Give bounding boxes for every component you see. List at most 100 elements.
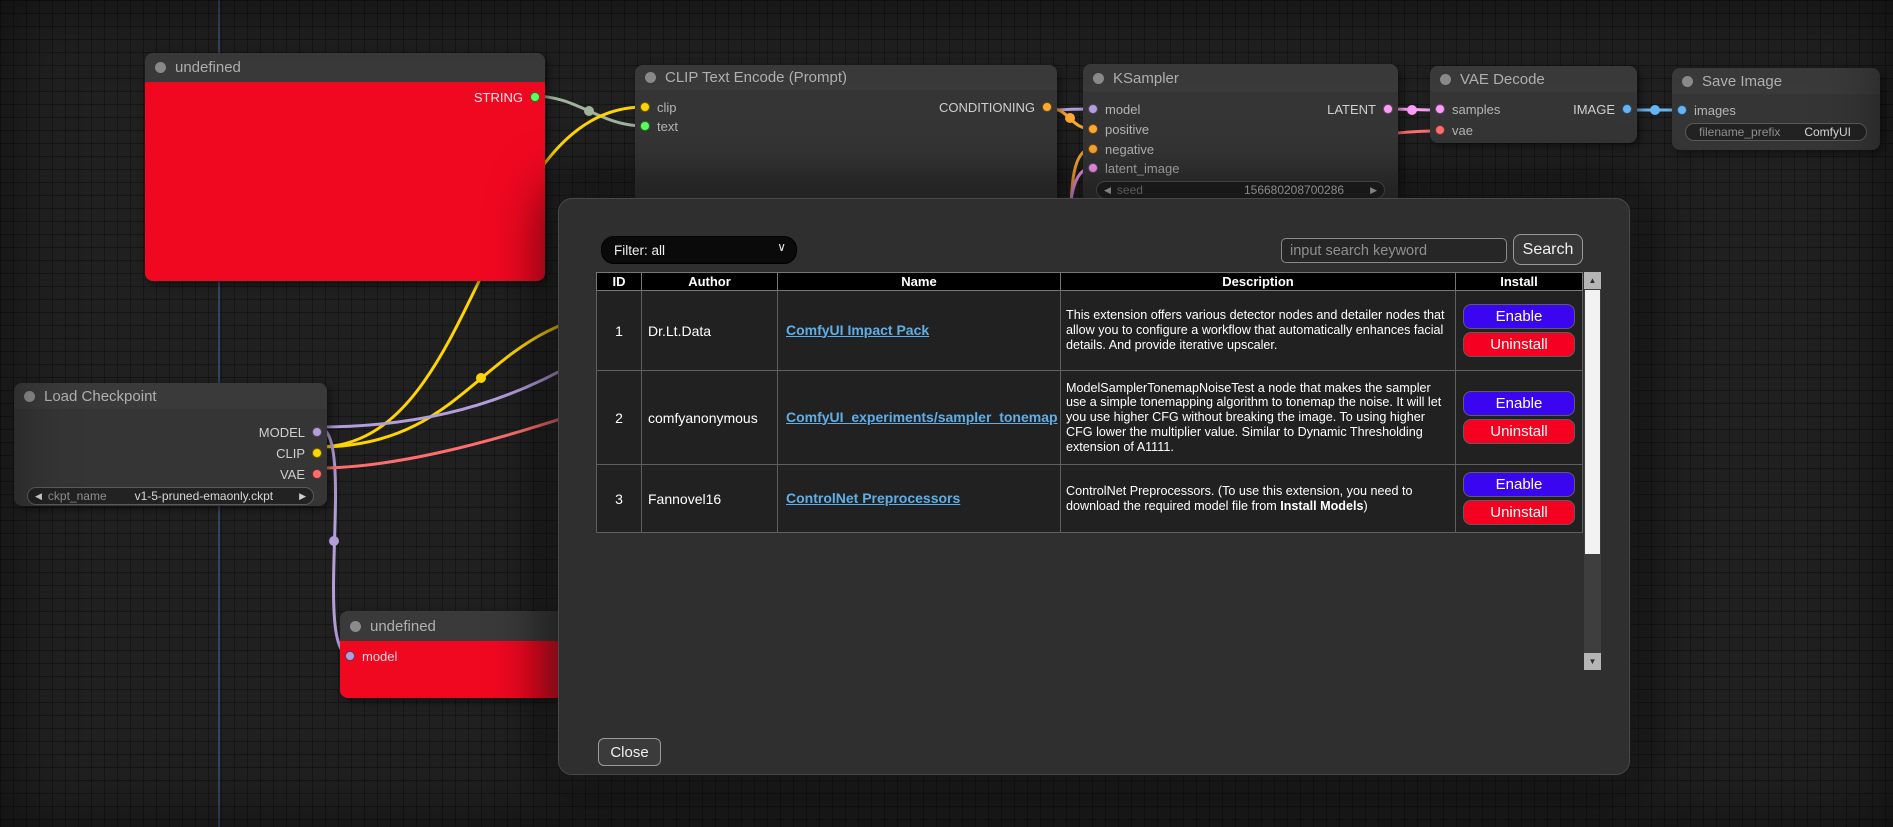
node-title: KSampler: [1113, 70, 1179, 87]
uninstall-button[interactable]: Uninstall: [1463, 419, 1575, 444]
extension-manager-dialog: Filter: all ∨ Search ID Author Name Desc…: [558, 198, 1630, 775]
node-collapse-dot-icon[interactable]: [645, 72, 656, 83]
node-title: CLIP Text Encode (Prompt): [665, 69, 847, 86]
output-slot-image[interactable]: IMAGE: [1573, 99, 1632, 119]
search-button[interactable]: Search: [1513, 234, 1583, 265]
decrement-arrow-icon[interactable]: ◀: [1104, 186, 1111, 195]
table-row: 3 Fannovel16 ControlNet Preprocessors Co…: [597, 465, 1583, 533]
cell-author: comfyanonymous: [642, 371, 778, 465]
slot-dot-images[interactable]: [1677, 105, 1687, 115]
node-title: VAE Decode: [1460, 71, 1545, 88]
output-slot-model[interactable]: MODEL: [259, 422, 322, 442]
node-title: Save Image: [1702, 73, 1782, 90]
slot-dot-vae[interactable]: [1435, 125, 1445, 135]
filename-prefix-widget[interactable]: filename_prefix ComfyUI: [1685, 123, 1867, 141]
enable-button[interactable]: Enable: [1463, 304, 1575, 329]
slot-dot-negative[interactable]: [1088, 144, 1098, 154]
col-header-name: Name: [778, 273, 1061, 291]
wire-dot-conditioning: [1065, 113, 1075, 123]
slot-dot-model[interactable]: [312, 427, 322, 437]
widget-value: v1-5-pruned-emaonly.ckpt: [135, 489, 274, 503]
input-slot-images[interactable]: images: [1677, 100, 1736, 120]
uninstall-button[interactable]: Uninstall: [1463, 500, 1575, 525]
scroll-up-icon[interactable]: ▲: [1584, 272, 1601, 289]
ckpt-name-widget[interactable]: ◀ ckpt_name v1-5-pruned-emaonly.ckpt ▶: [27, 487, 314, 505]
node-collapse-dot-icon[interactable]: [24, 391, 35, 402]
input-slot-latent-image[interactable]: latent_image: [1088, 158, 1179, 178]
slot-dot-clip[interactable]: [312, 448, 322, 458]
slot-dot-conditioning[interactable]: [1042, 102, 1052, 112]
wire-dot-clip: [476, 373, 486, 383]
slot-dot-string[interactable]: [530, 92, 540, 102]
input-slot-positive[interactable]: positive: [1088, 119, 1149, 139]
next-arrow-icon[interactable]: ▶: [299, 492, 306, 501]
node-collapse-dot-icon[interactable]: [1093, 73, 1104, 84]
cell-install: Enable Uninstall: [1456, 291, 1583, 371]
output-slot-latent[interactable]: LATENT: [1327, 99, 1393, 119]
description-text: ModelSamplerTonemapNoiseTest a node that…: [1066, 381, 1441, 454]
enable-button[interactable]: Enable: [1463, 391, 1575, 416]
slot-label: STRING: [474, 90, 523, 105]
node-load-checkpoint[interactable]: Load Checkpoint MODEL CLIP VAE ◀ ckpt_na…: [14, 383, 327, 506]
input-slot-samples[interactable]: samples: [1435, 99, 1500, 119]
slot-dot-latent-image[interactable]: [1088, 163, 1098, 173]
slot-dot-text[interactable]: [640, 121, 650, 131]
slot-label: model: [362, 649, 397, 664]
node-header[interactable]: undefined: [145, 53, 545, 82]
output-slot-vae[interactable]: VAE: [280, 464, 322, 484]
filter-select[interactable]: Filter: all: [601, 236, 797, 264]
cell-description: ControlNet Preprocessors. (To use this e…: [1061, 465, 1456, 533]
slot-dot-model[interactable]: [1088, 104, 1098, 114]
enable-button[interactable]: Enable: [1463, 472, 1575, 497]
node-collapse-dot-icon[interactable]: [1682, 76, 1693, 87]
node-collapse-dot-icon[interactable]: [350, 621, 361, 632]
table-scrollbar[interactable]: ▲ ▼: [1584, 272, 1601, 670]
slot-label: VAE: [280, 467, 305, 482]
slot-label: images: [1694, 103, 1736, 118]
slot-dot-vae[interactable]: [312, 469, 322, 479]
extension-table: ID Author Name Description Install 1 Dr.…: [596, 272, 1583, 533]
slot-dot-positive[interactable]: [1088, 124, 1098, 134]
search-input[interactable]: [1281, 238, 1507, 263]
scroll-down-icon[interactable]: ▼: [1584, 653, 1601, 670]
node-header[interactable]: Save Image: [1672, 68, 1880, 94]
slot-label: negative: [1105, 142, 1154, 157]
input-slot-model[interactable]: model: [1088, 99, 1140, 119]
node-header[interactable]: VAE Decode: [1430, 66, 1637, 92]
extension-table-zone: ID Author Name Description Install 1 Dr.…: [596, 272, 1601, 670]
previous-arrow-icon[interactable]: ◀: [35, 492, 42, 501]
seed-widget[interactable]: ◀ seed 156680208700286 ▶: [1096, 181, 1385, 199]
output-slot-clip[interactable]: CLIP: [276, 443, 322, 463]
input-slot-clip[interactable]: clip: [640, 97, 677, 117]
description-text: ): [1364, 499, 1368, 513]
node-save-image[interactable]: Save Image images filename_prefix ComfyU…: [1672, 68, 1880, 150]
node-header[interactable]: Load Checkpoint: [14, 383, 327, 409]
node-collapse-dot-icon[interactable]: [155, 62, 166, 73]
slot-dot-model[interactable]: [345, 651, 355, 661]
slot-label: model: [1105, 102, 1140, 117]
extension-link[interactable]: ControlNet Preprocessors: [786, 490, 960, 506]
table-header-row: ID Author Name Description Install: [597, 273, 1583, 291]
slot-dot-latent[interactable]: [1383, 104, 1393, 114]
node-header[interactable]: CLIP Text Encode (Prompt): [635, 65, 1057, 90]
node-collapse-dot-icon[interactable]: [1440, 74, 1451, 85]
scrollbar-thumb[interactable]: [1585, 290, 1600, 554]
slot-label: MODEL: [259, 425, 305, 440]
extension-link[interactable]: ComfyUI Impact Pack: [786, 322, 929, 338]
node-vae-decode[interactable]: VAE Decode samples vae IMAGE: [1430, 66, 1637, 143]
uninstall-button[interactable]: Uninstall: [1463, 332, 1575, 357]
slot-dot-clip[interactable]: [640, 102, 650, 112]
slot-dot-image[interactable]: [1622, 104, 1632, 114]
output-slot-conditioning[interactable]: CONDITIONING: [939, 97, 1052, 117]
node-undefined-top[interactable]: undefined STRING: [145, 53, 545, 281]
input-slot-model[interactable]: model: [345, 646, 397, 666]
increment-arrow-icon[interactable]: ▶: [1370, 186, 1377, 195]
input-slot-vae[interactable]: vae: [1435, 120, 1473, 140]
input-slot-text[interactable]: text: [640, 116, 678, 136]
output-slot-string[interactable]: STRING: [474, 87, 540, 107]
slot-dot-samples[interactable]: [1435, 104, 1445, 114]
extension-link[interactable]: ComfyUI_experiments/sampler_tonemap: [786, 409, 1058, 425]
node-header[interactable]: KSampler: [1083, 64, 1398, 92]
input-slot-negative[interactable]: negative: [1088, 139, 1154, 159]
close-button[interactable]: Close: [598, 738, 661, 766]
